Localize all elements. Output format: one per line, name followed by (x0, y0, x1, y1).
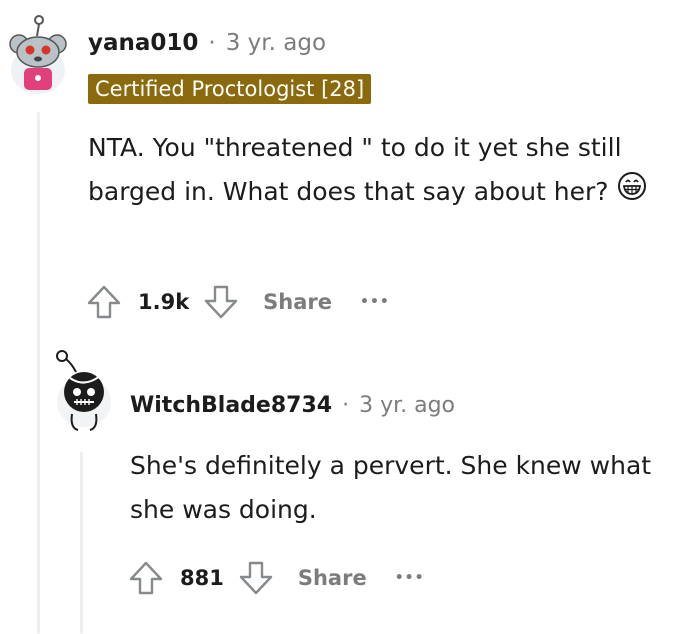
user-flair: Certified Proctologist [28] (88, 74, 372, 104)
arrow-down-icon (239, 561, 273, 595)
username[interactable]: yana010 (88, 30, 198, 56)
avatar[interactable] (8, 14, 68, 96)
comment-text: NTA. You "threatened " to do it yet she … (88, 133, 622, 206)
arrow-up-icon (87, 285, 121, 319)
snoo-avatar-icon (56, 350, 111, 431)
downvote-button[interactable] (236, 558, 276, 598)
downvote-button[interactable] (201, 282, 241, 322)
grinning-face-emoji-icon (617, 171, 647, 215)
snoo-avatar-icon (9, 15, 67, 94)
username[interactable]: WitchBlade8734 (130, 393, 332, 418)
comment-body: NTA. You "threatened " to do it yet she … (88, 126, 688, 215)
thread-line[interactable] (37, 112, 40, 634)
comment-actions-reply: 881 Share ••• (126, 558, 425, 598)
arrow-down-icon (204, 285, 238, 319)
timestamp[interactable]: 3 yr. ago (226, 30, 326, 56)
comment-meta: yana010 · 3 yr. ago (88, 30, 326, 56)
share-button[interactable]: Share (298, 566, 367, 590)
share-button[interactable]: Share (263, 290, 332, 314)
arrow-up-icon (129, 561, 163, 595)
comment-meta-reply: WitchBlade8734 · 3 yr. ago (130, 393, 455, 418)
timestamp[interactable]: 3 yr. ago (359, 393, 455, 418)
separator-dot: · (342, 393, 350, 418)
more-options-button[interactable]: ••• (395, 570, 425, 586)
comment-body-reply: She's definitely a pervert. She knew wha… (130, 444, 670, 532)
vote-score: 1.9k (138, 290, 190, 314)
comment-actions: 1.9k Share ••• (84, 282, 390, 322)
comment-text: She's definitely a pervert. She knew wha… (130, 451, 652, 524)
avatar-reply[interactable] (52, 348, 114, 434)
vote-score: 881 (180, 566, 224, 590)
separator-dot: · (208, 30, 216, 56)
upvote-button[interactable] (84, 282, 124, 322)
upvote-button[interactable] (126, 558, 166, 598)
more-options-button[interactable]: ••• (360, 294, 390, 310)
thread-line-reply[interactable] (80, 452, 83, 634)
